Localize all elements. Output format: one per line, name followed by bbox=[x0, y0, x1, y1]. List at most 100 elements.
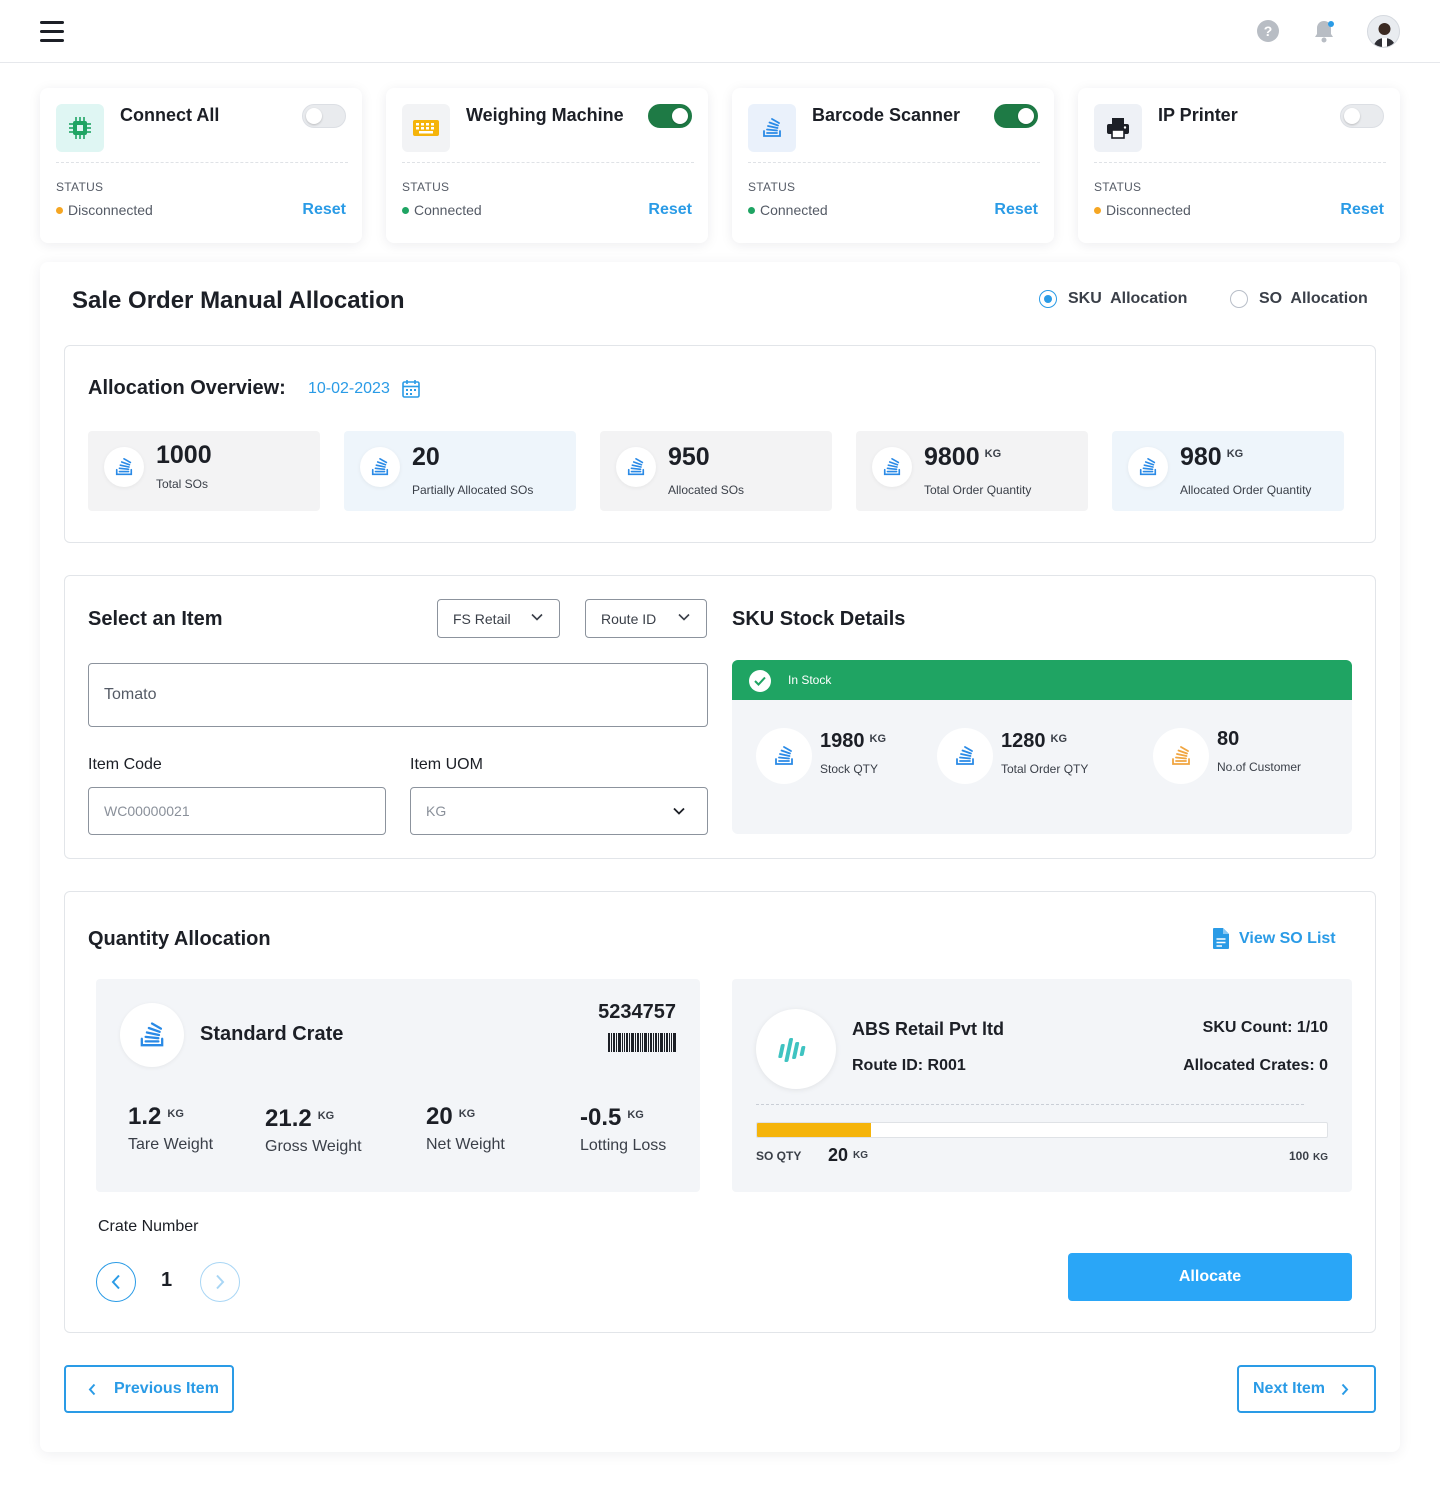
so-qty-label: SO QTY bbox=[756, 1149, 802, 1163]
stat-label: Partially Allocated SOs bbox=[412, 483, 534, 497]
crate-name: Standard Crate bbox=[200, 1023, 344, 1045]
reset-link[interactable]: Reset bbox=[302, 201, 346, 219]
radio-circle bbox=[1230, 290, 1248, 308]
customer-card: ABS Retail Pvt ltd Route ID: R001 SKU Co… bbox=[732, 979, 1352, 1192]
crate-number-label: Crate Number bbox=[98, 1218, 199, 1235]
device-toggle[interactable] bbox=[994, 104, 1038, 128]
next-item-button[interactable]: Next Item bbox=[1237, 1365, 1376, 1413]
chevron-left-icon bbox=[88, 1383, 96, 1395]
stat-card-total-order-quantity: 9800 KG Total Order Quantity bbox=[856, 431, 1088, 511]
user-avatar[interactable] bbox=[1367, 15, 1400, 48]
status-text: Disconnected bbox=[56, 202, 153, 218]
stack-icon bbox=[1153, 728, 1209, 784]
device-card-ip-printer: IP Printer STATUS Disconnected Reset bbox=[1078, 88, 1400, 243]
help-icon[interactable]: ? bbox=[1255, 18, 1281, 44]
next-crate-button[interactable] bbox=[200, 1262, 240, 1302]
total-order-qty-label: Total Order QTY bbox=[1001, 762, 1089, 776]
crate-card: Standard Crate 5234757 1.2 KG Tare Weight… bbox=[96, 979, 700, 1192]
stack-icon bbox=[748, 104, 796, 152]
reset-link[interactable]: Reset bbox=[994, 201, 1038, 219]
status-label: STATUS bbox=[1094, 180, 1142, 194]
chevron-left-icon bbox=[111, 1274, 120, 1290]
status-label: STATUS bbox=[56, 180, 104, 194]
barcode-icon bbox=[608, 1033, 676, 1052]
stock-status-text: In Stock bbox=[788, 673, 832, 687]
item-code-field[interactable]: WC00000021 bbox=[88, 787, 386, 835]
reset-link[interactable]: Reset bbox=[1340, 201, 1384, 219]
tare-weight-label: Tare Weight bbox=[128, 1136, 214, 1153]
sku-stock-title: SKU Stock Details bbox=[732, 608, 906, 630]
tare-weight-value: 1.2 KG bbox=[128, 1103, 184, 1130]
stat-label: Allocated SOs bbox=[668, 483, 745, 497]
customer-name: ABS Retail Pvt ltd bbox=[852, 1019, 1005, 1039]
stack-icon bbox=[120, 1003, 184, 1067]
channel-dropdown[interactable]: FS Retail bbox=[437, 599, 560, 638]
device-name: Weighing Machine bbox=[466, 105, 624, 125]
allocation-overview-section: Allocation Overview: 10-02-2023 1000 Tot… bbox=[64, 345, 1376, 543]
allocate-button[interactable]: Allocate bbox=[1068, 1253, 1352, 1301]
item-selection-section: Select an Item FS Retail Route ID Tomato… bbox=[64, 575, 1376, 859]
select-item-title: Select an Item bbox=[88, 608, 223, 630]
chip-icon bbox=[56, 104, 104, 152]
progress-fill bbox=[757, 1123, 871, 1137]
stock-status-bar: In Stock bbox=[732, 660, 1352, 700]
overview-date[interactable]: 10-02-2023 bbox=[308, 379, 420, 398]
stat-value: 980 KG bbox=[1180, 443, 1244, 471]
view-so-list-link[interactable]: View SO List bbox=[1212, 927, 1336, 950]
previous-item-button[interactable]: Previous Item bbox=[64, 1365, 234, 1413]
route-id: Route ID: R001 bbox=[852, 1057, 966, 1074]
chevron-down-icon bbox=[531, 613, 543, 621]
bell-icon[interactable] bbox=[1311, 18, 1337, 44]
stat-card-total-sos: 1000 Total SOs bbox=[88, 431, 320, 511]
chevron-right-icon bbox=[216, 1274, 225, 1290]
item-uom-label: Item UOM bbox=[410, 756, 483, 773]
radio-sku-allocation[interactable]: SKU Allocation bbox=[1039, 290, 1187, 308]
main-panel: Sale Order Manual Allocation SKU Allocat… bbox=[40, 262, 1400, 1452]
device-name: IP Printer bbox=[1158, 105, 1238, 125]
stack-icon bbox=[360, 447, 400, 487]
status-dot bbox=[1094, 206, 1101, 214]
reset-link[interactable]: Reset bbox=[648, 201, 692, 219]
route-dropdown[interactable]: Route ID bbox=[585, 599, 707, 638]
stat-value: 1000 bbox=[156, 441, 212, 469]
calendar-icon bbox=[402, 380, 420, 398]
device-toggle[interactable] bbox=[302, 104, 346, 128]
stat-value: 9800 KG bbox=[924, 443, 1002, 471]
stack-icon bbox=[1128, 447, 1168, 487]
net-weight-value: 20 KG bbox=[426, 1103, 476, 1130]
stat-value: 950 bbox=[668, 443, 710, 471]
stack-icon bbox=[756, 728, 812, 784]
customer-logo bbox=[756, 1009, 836, 1089]
device-card-weighing-machine: Weighing Machine STATUS Connected Reset bbox=[386, 88, 708, 243]
divider bbox=[756, 1104, 1304, 1105]
item-search-input[interactable]: Tomato bbox=[88, 663, 708, 727]
sku-count: SKU Count: 1/10 bbox=[1202, 1019, 1328, 1036]
device-toggle[interactable] bbox=[1340, 104, 1384, 128]
chevron-right-icon bbox=[1341, 1383, 1349, 1395]
menu-icon[interactable] bbox=[40, 21, 64, 42]
chevron-down-icon bbox=[673, 807, 685, 815]
printer-icon bbox=[1094, 104, 1142, 152]
item-uom-select[interactable]: KG bbox=[410, 787, 708, 835]
device-toggle[interactable] bbox=[648, 104, 692, 128]
top-bar: ? bbox=[0, 0, 1440, 63]
device-name: Barcode Scanner bbox=[812, 105, 961, 125]
item-code-label: Item Code bbox=[88, 756, 162, 773]
check-icon bbox=[749, 670, 771, 692]
stack-icon bbox=[104, 447, 144, 487]
divider bbox=[1094, 162, 1386, 163]
status-text: Disconnected bbox=[1094, 202, 1191, 218]
stack-icon bbox=[937, 728, 993, 784]
gross-weight-value: 21.2 KG bbox=[265, 1105, 335, 1132]
stock-qty-value: 1980 KG bbox=[820, 730, 886, 752]
stat-card-partially-allocated: 20 Partially Allocated SOs bbox=[344, 431, 576, 511]
stat-value: 20 bbox=[412, 443, 440, 471]
device-name: Connect All bbox=[120, 105, 220, 125]
lotting-loss-value: -0.5 KG bbox=[580, 1104, 644, 1131]
crate-code: 5234757 bbox=[598, 1001, 676, 1023]
radio-so-allocation[interactable]: SO Allocation bbox=[1230, 290, 1368, 308]
overview-title: Allocation Overview: bbox=[88, 377, 286, 399]
svg-text:?: ? bbox=[1264, 23, 1273, 39]
stat-label: Allocated Order Quantity bbox=[1180, 483, 1312, 497]
previous-crate-button[interactable] bbox=[96, 1262, 136, 1302]
